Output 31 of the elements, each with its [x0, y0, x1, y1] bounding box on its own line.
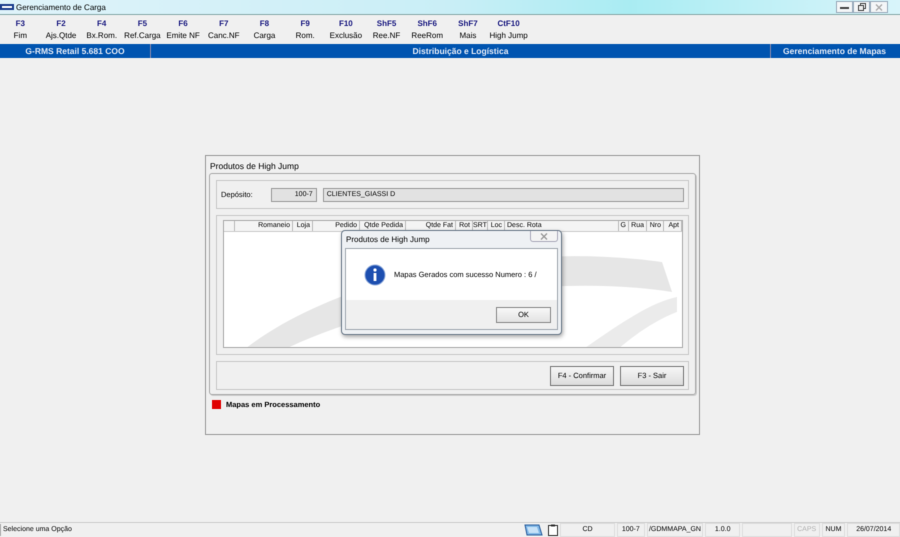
- dialog-title: Produtos de High Jump: [346, 235, 430, 244]
- toolbar-button[interactable]: CtF10 High Jump: [488, 15, 529, 44]
- minimize-button[interactable]: [836, 1, 853, 13]
- monitor-icon: [523, 524, 544, 536]
- toolbar-button[interactable]: F8 Carga: [244, 15, 285, 44]
- module-title: Distribuição e Logística: [151, 44, 771, 58]
- toolbar-button[interactable]: F7 Canc.NF: [203, 15, 244, 44]
- minimize-icon: [840, 4, 849, 10]
- app-version: G-RMS Retail 5.681 COO: [0, 44, 151, 58]
- toolbar-button[interactable]: F5 Ref.Carga: [122, 15, 163, 44]
- toolbar-button[interactable]: ShF6 ReeRom: [406, 15, 448, 44]
- clipboard-icon: [548, 524, 558, 536]
- screen-title: Gerenciamento de Mapas: [782, 45, 887, 58]
- restore-icon: [858, 3, 866, 11]
- restore-button[interactable]: [853, 1, 870, 13]
- toolbar-button[interactable]: F3 Fim: [0, 15, 41, 44]
- toolbar-button[interactable]: ShF5 Ree.NF: [366, 15, 407, 44]
- close-icon: [540, 232, 548, 240]
- dialog-title: Produtos de High Jump: [210, 161, 300, 171]
- toolbar-button[interactable]: F2 Ajs.Qtde: [40, 15, 82, 44]
- window-title: Gerenciamento de Carga: [16, 2, 106, 12]
- info-icon: [364, 264, 386, 286]
- toolbar-button[interactable]: ShF7 Mais: [448, 15, 488, 44]
- app-icon: [0, 3, 14, 11]
- status-panel: [742, 523, 792, 537]
- toolbar-button[interactable]: F4 Bx.Rom.: [81, 15, 122, 44]
- toolbar-button[interactable]: F6 Emite NF: [162, 15, 204, 44]
- toolbar-button[interactable]: F10 Exclusão: [326, 15, 366, 44]
- close-button[interactable]: [530, 231, 558, 242]
- toolbar-button[interactable]: F9 Rom.: [284, 15, 326, 44]
- close-icon: [875, 4, 883, 10]
